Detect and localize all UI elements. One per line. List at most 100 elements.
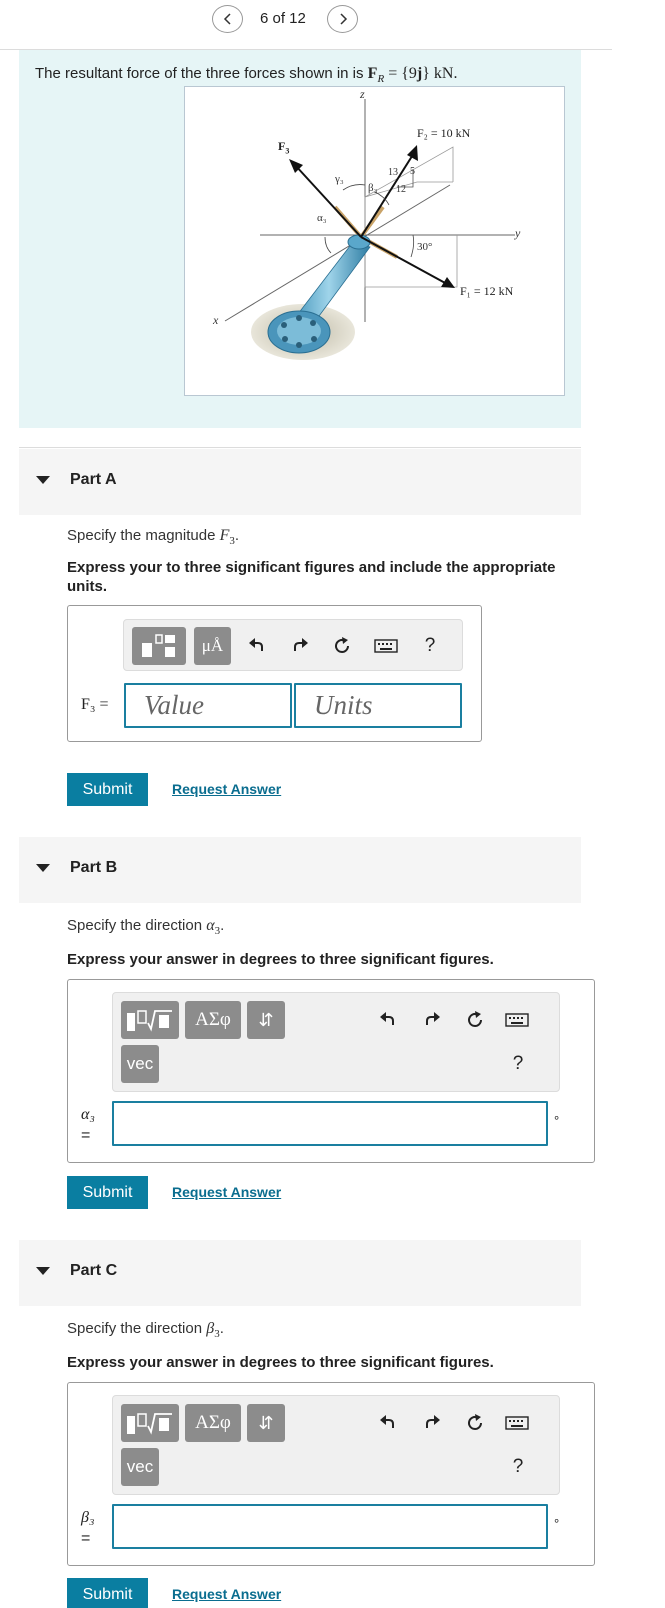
part-a-submit-button[interactable]: Submit: [67, 773, 148, 806]
y-axis-label: y: [515, 226, 521, 240]
divider: [19, 447, 581, 448]
beta3-variable-label: β₃: [81, 1509, 95, 1526]
degree-unit: °: [554, 1516, 560, 1531]
reset-button[interactable]: [462, 1411, 488, 1435]
z-axis-label: z: [360, 87, 365, 101]
part-b-header[interactable]: Part B: [19, 837, 581, 903]
part-a-answer-box: μÅ ? F₃ = Value Units: [67, 605, 482, 742]
part-c-instruction: Express your answer in degrees to three …: [67, 1354, 494, 1371]
collapse-triangle-icon: [36, 864, 50, 872]
part-a-instruction: Express your to three significant figure…: [67, 559, 556, 595]
redo-button[interactable]: [419, 1008, 445, 1032]
part-c-title: Part C: [70, 1262, 118, 1279]
part-c-request-answer-link[interactable]: Request Answer: [172, 1586, 281, 1602]
value-placeholder: Value: [144, 690, 204, 720]
units-placeholder: Units: [314, 690, 373, 720]
slope-13-label: 13: [388, 167, 398, 178]
vector-button[interactable]: vec: [121, 1448, 159, 1486]
reset-button[interactable]: [462, 1008, 488, 1032]
gamma3-label: γ₃: [335, 173, 344, 185]
swap-button[interactable]: ⇵: [247, 1404, 285, 1442]
problem-statement: The resultant force of the three forces …: [19, 50, 581, 428]
reset-icon: [468, 1414, 482, 1430]
value-input[interactable]: Value: [124, 683, 292, 728]
equals-sign: =: [81, 1127, 91, 1144]
part-a-request-answer-link[interactable]: Request Answer: [172, 781, 281, 797]
keyboard-button[interactable]: [503, 1008, 531, 1032]
templates-button[interactable]: [132, 627, 186, 665]
templates-icon: [127, 1010, 172, 1032]
collapse-triangle-icon: [36, 1267, 50, 1275]
x-axis-label: x: [213, 313, 219, 327]
undo-button[interactable]: [244, 634, 270, 658]
chevron-left-icon: [223, 13, 231, 25]
next-button[interactable]: [327, 5, 358, 33]
keyboard-icon: [505, 1416, 529, 1430]
undo-icon: [380, 1415, 394, 1428]
part-c-toolbar: ΑΣφ ⇵ vec ?: [112, 1395, 560, 1495]
undo-icon: [380, 1012, 394, 1025]
collapse-triangle-icon: [36, 476, 50, 484]
keyboard-icon: [374, 639, 398, 653]
templates-icon: [142, 634, 175, 657]
help-button[interactable]: ?: [506, 1454, 530, 1480]
beta3-input[interactable]: [112, 1504, 548, 1549]
part-b-request-answer-link[interactable]: Request Answer: [172, 1184, 281, 1200]
part-b-instruction: Express your answer in degrees to three …: [67, 951, 494, 968]
beta3-label: β₃: [368, 182, 378, 194]
problem-text: The resultant force of the three forces …: [35, 65, 458, 85]
f3-label: F3: [278, 139, 290, 156]
chevron-right-icon: [339, 13, 347, 25]
templates-button[interactable]: [121, 1404, 179, 1442]
keyboard-icon: [505, 1013, 529, 1027]
undo-button[interactable]: [375, 1008, 401, 1032]
force-diagram-svg: [224, 99, 515, 360]
templates-icon: [127, 1413, 172, 1435]
templates-button[interactable]: [121, 1001, 179, 1039]
part-b-toolbar: ΑΣφ ⇵ vec ?: [112, 992, 560, 1092]
part-a-header[interactable]: Part A: [19, 449, 581, 515]
part-b-submit-button[interactable]: Submit: [67, 1176, 148, 1209]
alpha3-variable-label: α₃: [81, 1106, 95, 1123]
alpha3-label: α₃: [317, 212, 327, 224]
help-button[interactable]: ?: [506, 1051, 530, 1077]
keyboard-button[interactable]: [503, 1411, 531, 1435]
reset-icon: [335, 637, 349, 653]
swap-button[interactable]: ⇵: [247, 1001, 285, 1039]
part-c-submit-button[interactable]: Submit: [67, 1578, 148, 1608]
degree-unit: °: [554, 1113, 560, 1128]
redo-icon: [426, 1415, 440, 1428]
slope-12-label: 12: [396, 184, 406, 195]
part-b-answer-box: ΑΣφ ⇵ vec ? α₃ = °: [67, 979, 595, 1163]
undo-icon: [249, 638, 263, 651]
units-input[interactable]: Units: [294, 683, 462, 728]
f2-label: F₂ = 10 kN: [417, 126, 471, 140]
page-counter: 6 of 12: [260, 10, 306, 27]
force-diagram: z x y F3 F₂ = 10 kN F₁ = 12 kN γ₃ β₃ α₃ …: [184, 86, 565, 396]
equals-sign: =: [81, 1530, 91, 1547]
reset-button[interactable]: [329, 634, 355, 658]
alpha3-input[interactable]: [112, 1101, 548, 1146]
previous-button[interactable]: [212, 5, 243, 33]
units-symbols-button[interactable]: μÅ: [194, 627, 231, 665]
greek-symbols-button[interactable]: ΑΣφ: [185, 1404, 241, 1442]
vector-button[interactable]: vec: [121, 1045, 159, 1083]
slope-5-label: 5: [410, 166, 415, 177]
greek-symbols-button[interactable]: ΑΣφ: [185, 1001, 241, 1039]
part-a-toolbar: μÅ ?: [123, 619, 463, 671]
undo-button[interactable]: [375, 1411, 401, 1435]
f1-label: F₁ = 12 kN: [460, 284, 514, 298]
reset-icon: [468, 1011, 482, 1027]
angle-30-label: 30°: [417, 241, 433, 253]
redo-icon: [294, 638, 308, 651]
part-a-prompt: Specify the magnitude F3.: [67, 527, 240, 547]
part-c-header[interactable]: Part C: [19, 1240, 581, 1306]
redo-icon: [426, 1012, 440, 1025]
keyboard-button[interactable]: [372, 634, 400, 658]
redo-button[interactable]: [419, 1411, 445, 1435]
part-c-prompt: Specify the direction β3.: [67, 1320, 224, 1340]
part-c-answer-box: ΑΣφ ⇵ vec ? β₃ = °: [67, 1382, 595, 1566]
part-a-title: Part A: [70, 471, 117, 488]
help-button[interactable]: ?: [418, 633, 442, 659]
redo-button[interactable]: [287, 634, 313, 658]
